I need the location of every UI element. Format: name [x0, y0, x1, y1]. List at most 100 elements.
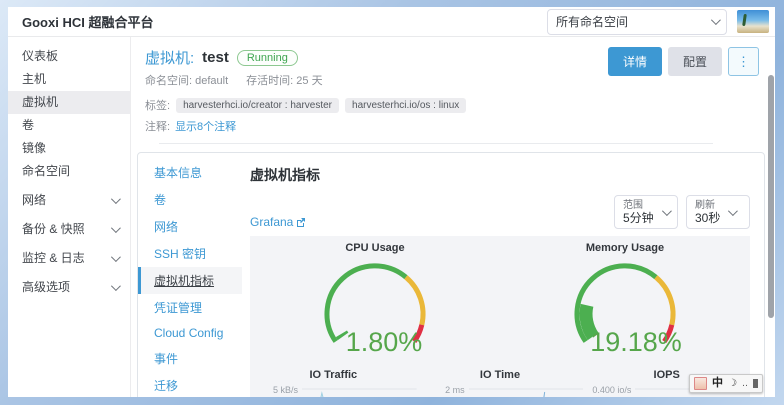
- namespace-filter-select[interactable]: 所有命名空间: [547, 9, 727, 35]
- memory-usage-gauge: Memory Usage 19.18%: [500, 242, 750, 365]
- y-axis-labels: 5 kB/s 4 kB/s 3 kB/s: [250, 384, 302, 397]
- tab-vm-metrics[interactable]: 虚拟机指标: [138, 267, 242, 294]
- vm-detail-card: 基本信息 卷 网络 SSH 密钥 虚拟机指标 凭证管理 Cloud Config…: [137, 152, 765, 397]
- chevron-down-icon: [111, 281, 121, 291]
- app-body: 仪表板 主机 虚拟机 卷 镜像 命名空间 网络 备份 & 快照 监控 & 日志 …: [8, 37, 775, 397]
- sidebar-item-label: 仪表板: [22, 49, 58, 64]
- tags-row: 标签: harvesterhci.io/creator : harvester …: [145, 97, 729, 113]
- app-title: Gooxi HCI 超融合平台: [22, 12, 153, 31]
- sidebar-item-backup-snapshot[interactable]: 备份 & 快照: [8, 218, 130, 241]
- header-right: 所有命名空间: [547, 9, 769, 35]
- ime-keyboard-icon[interactable]: [694, 377, 707, 390]
- app-header: Gooxi HCI 超融合平台 所有命名空间: [8, 7, 775, 37]
- namespace-label: 命名空间:: [145, 75, 192, 87]
- refresh-select[interactable]: 刷新30秒: [686, 195, 750, 229]
- screenshot-stage: Gooxi HCI 超融合平台 所有命名空间 仪表板 主机 虚拟机 卷 镜像: [0, 0, 784, 405]
- sidebar-item-images[interactable]: 镜像: [8, 137, 130, 160]
- config-button[interactable]: 配置: [668, 47, 722, 76]
- sidebar-item-hosts[interactable]: 主机: [8, 68, 130, 91]
- chevron-down-icon: [111, 194, 121, 204]
- age-label: 存活时间:: [246, 75, 293, 87]
- vm-actions: 详情 配置 ⋮: [608, 47, 759, 76]
- cpu-gauge-chart: 1.80%: [287, 254, 463, 360]
- chevron-down-icon: [111, 252, 121, 262]
- ime-fullwidth-moon-icon[interactable]: ☽: [728, 379, 737, 389]
- tab-volumes[interactable]: 卷: [138, 186, 242, 213]
- chart-title: IO Traffic: [250, 369, 417, 381]
- tab-label: 虚拟机指标: [154, 274, 214, 288]
- detail-tab-column: 基本信息 卷 网络 SSH 密钥 虚拟机指标 凭证管理 Cloud Config…: [138, 153, 242, 397]
- status-badge: Running: [237, 50, 298, 66]
- vm-kind-label: 虚拟机:: [145, 47, 194, 68]
- label-tag: harvesterhci.io/creator : harvester: [176, 98, 339, 113]
- ime-toolbar-handle-icon[interactable]: [753, 379, 758, 388]
- y-tick: 2 ms: [445, 385, 465, 395]
- ime-toolbar[interactable]: 中 ☽ ‥: [689, 374, 763, 393]
- io-time-panel: IO Time 2 ms 1.50 ms 1 ms: [417, 369, 584, 397]
- refresh-value: 30秒: [695, 212, 720, 225]
- tab-basic-info[interactable]: 基本信息: [138, 159, 242, 186]
- tab-networks[interactable]: 网络: [138, 213, 242, 240]
- labels-label: 标签:: [145, 97, 170, 113]
- sidebar-item-namespaces[interactable]: 命名空间: [8, 160, 130, 183]
- tab-ssh-keys[interactable]: SSH 密钥: [138, 240, 242, 267]
- chevron-down-icon: [662, 206, 672, 216]
- grafana-link[interactable]: Grafana: [250, 215, 306, 229]
- metrics-panel: 虚拟机指标 Grafana 范围5分钟: [242, 153, 764, 397]
- tab-label: Cloud Config: [154, 326, 223, 340]
- vm-header: 虚拟机: test Running 命名空间: default 存活时间: 25…: [131, 37, 775, 144]
- window-frame: Gooxi HCI 超融合平台 所有命名空间 仪表板 主机 虚拟机 卷 镜像: [0, 0, 784, 405]
- more-actions-button[interactable]: ⋮: [728, 47, 759, 76]
- range-value: 5分钟: [623, 212, 654, 225]
- range-select[interactable]: 范围5分钟: [614, 195, 678, 229]
- external-link-icon: [296, 217, 306, 227]
- chevron-down-icon: [728, 206, 738, 216]
- gauge-title: CPU Usage: [250, 242, 500, 254]
- ime-punctuation-icon[interactable]: ‥: [742, 379, 748, 388]
- show-annotations-link[interactable]: 显示8个注释: [175, 118, 236, 134]
- tab-label: SSH 密钥: [154, 247, 206, 261]
- tab-label: 网络: [154, 220, 178, 234]
- gauge-title: Memory Usage: [500, 242, 750, 254]
- tab-credentials[interactable]: 凭证管理: [138, 294, 242, 321]
- sidebar-item-label: 网络: [22, 193, 46, 208]
- sidebar-item-virtual-machines[interactable]: 虚拟机: [8, 91, 130, 114]
- content-area: 虚拟机: test Running 命名空间: default 存活时间: 25…: [131, 37, 775, 397]
- memory-gauge-chart: 19.18%: [537, 254, 713, 360]
- metrics-toolbar: Grafana 范围5分钟 刷新30秒: [250, 195, 750, 229]
- gauge-row: CPU Usage 1.80%: [250, 242, 750, 365]
- grafana-link-label: Grafana: [250, 215, 293, 229]
- sidebar-item-label: 命名空间: [22, 164, 70, 179]
- age-value: 25 天: [296, 75, 322, 87]
- vm-name: test: [202, 49, 229, 66]
- vertical-scrollbar[interactable]: [768, 75, 774, 318]
- sidebar-item-advanced[interactable]: 高级选项: [8, 276, 130, 299]
- sidebar-item-dashboard[interactable]: 仪表板: [8, 45, 130, 68]
- chart-body: 5 kB/s 4 kB/s 3 kB/s: [250, 384, 417, 397]
- tab-migration[interactable]: 迁移: [138, 372, 242, 397]
- tab-label: 事件: [154, 352, 178, 366]
- metrics-panel-title: 虚拟机指标: [250, 165, 750, 185]
- sidebar-item-networks[interactable]: 网络: [8, 189, 130, 212]
- sidebar-item-label: 虚拟机: [22, 95, 58, 110]
- sidebar-item-volumes[interactable]: 卷: [8, 114, 130, 137]
- tab-events[interactable]: 事件: [138, 345, 242, 372]
- sidebar-item-label: 卷: [22, 118, 34, 133]
- kebab-menu-icon: ⋮: [737, 54, 750, 69]
- metrics-dashboard: CPU Usage 1.80%: [250, 236, 750, 397]
- y-tick: 0.400 io/s: [592, 385, 631, 395]
- label-tag: harvesterhci.io/os : linux: [345, 98, 466, 113]
- chart-title: IO Time: [417, 369, 584, 381]
- chart-row: IO Traffic 5 kB/s 4 kB/s 3 kB/s: [250, 369, 750, 397]
- user-avatar[interactable]: [737, 10, 769, 33]
- annotations-label: 注释:: [145, 118, 170, 134]
- sidebar-item-label: 主机: [22, 72, 46, 87]
- y-axis-labels: 2 ms 1.50 ms 1 ms: [417, 384, 469, 397]
- sidebar-item-monitoring-logs[interactable]: 监控 & 日志: [8, 247, 130, 270]
- ime-language-indicator[interactable]: 中: [712, 378, 723, 389]
- tab-cloud-config[interactable]: Cloud Config: [138, 321, 242, 345]
- sidebar-item-label: 备份 & 快照: [22, 222, 85, 237]
- namespace-filter-value: 所有命名空间: [556, 13, 628, 30]
- details-button[interactable]: 详情: [608, 47, 662, 76]
- chart-body: 2 ms 1.50 ms 1 ms: [417, 384, 584, 397]
